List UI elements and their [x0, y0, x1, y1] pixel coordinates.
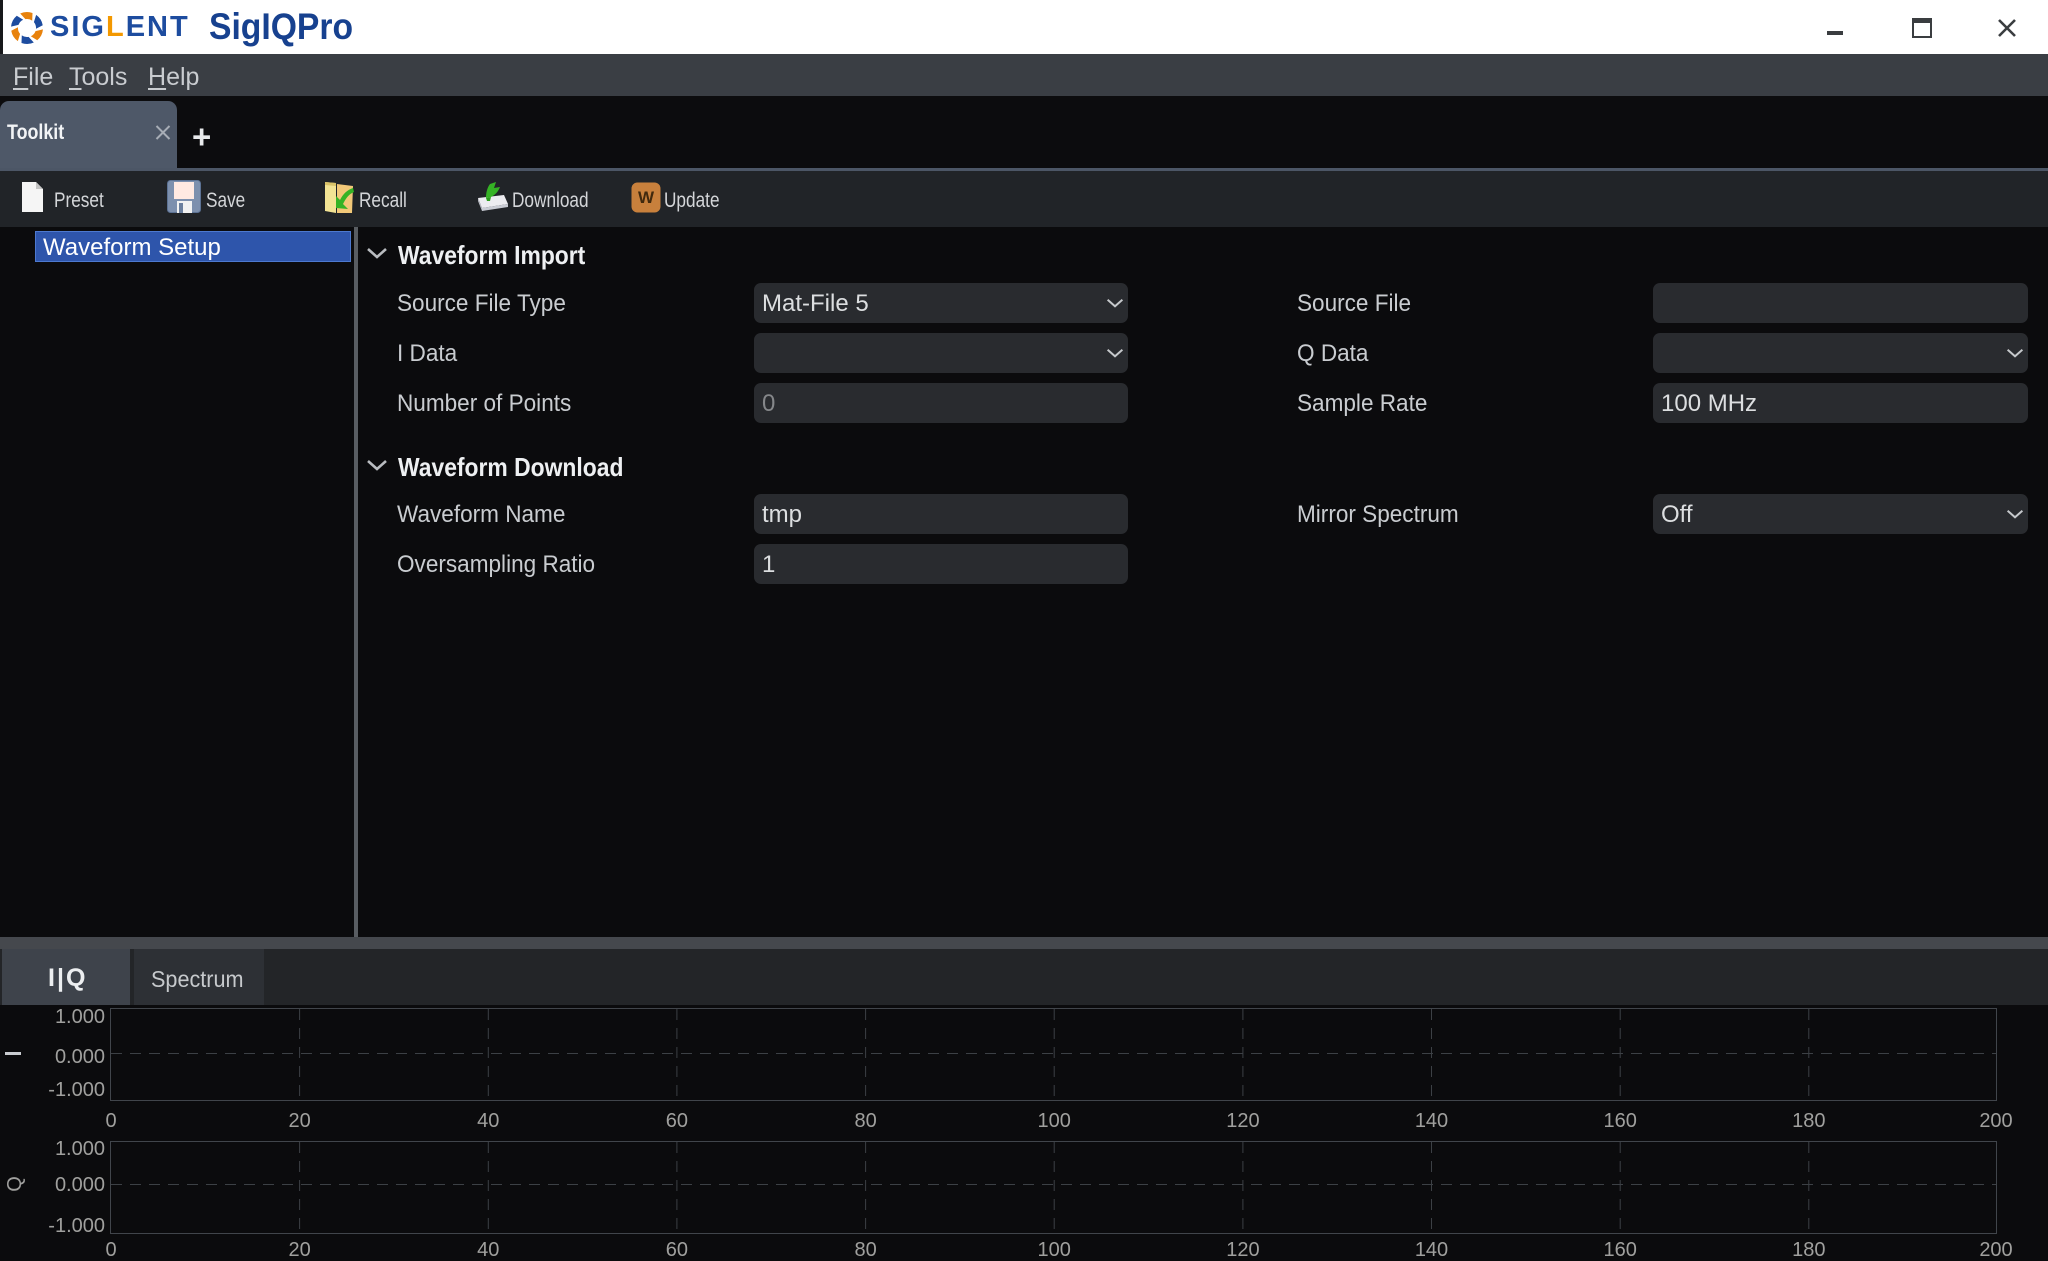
svg-text:140: 140 [1415, 1110, 1448, 1132]
svg-text:Q: Q [4, 1176, 26, 1192]
svg-text:60: 60 [666, 1239, 688, 1261]
svg-text:0: 0 [105, 1239, 116, 1261]
svg-text:0.000: 0.000 [55, 1174, 105, 1196]
svg-text:180: 180 [1792, 1110, 1825, 1132]
svg-text:0: 0 [105, 1110, 116, 1132]
svg-text:120: 120 [1226, 1239, 1259, 1261]
svg-text:80: 80 [854, 1239, 876, 1261]
svg-text:100: 100 [1038, 1239, 1071, 1261]
svg-text:60: 60 [666, 1110, 688, 1132]
svg-text:160: 160 [1604, 1239, 1637, 1261]
svg-text:-1.000: -1.000 [48, 1079, 105, 1101]
svg-text:W: W [638, 188, 655, 207]
svg-text:200: 200 [1979, 1110, 2012, 1132]
svg-text:200: 200 [1979, 1239, 2012, 1261]
svg-text:40: 40 [477, 1110, 499, 1132]
svg-text:-1.000: -1.000 [48, 1215, 105, 1237]
svg-text:140: 140 [1415, 1239, 1448, 1261]
svg-text:180: 180 [1792, 1239, 1825, 1261]
svg-text:1.000: 1.000 [55, 1006, 105, 1028]
svg-text:20: 20 [288, 1110, 310, 1132]
svg-text:160: 160 [1604, 1110, 1637, 1132]
svg-text:80: 80 [854, 1110, 876, 1132]
svg-text:120: 120 [1226, 1110, 1259, 1132]
svg-text:0.000: 0.000 [55, 1046, 105, 1068]
svg-text:1.000: 1.000 [55, 1140, 105, 1160]
svg-text:20: 20 [288, 1239, 310, 1261]
svg-text:40: 40 [477, 1239, 499, 1261]
svg-text:100: 100 [1038, 1110, 1071, 1132]
